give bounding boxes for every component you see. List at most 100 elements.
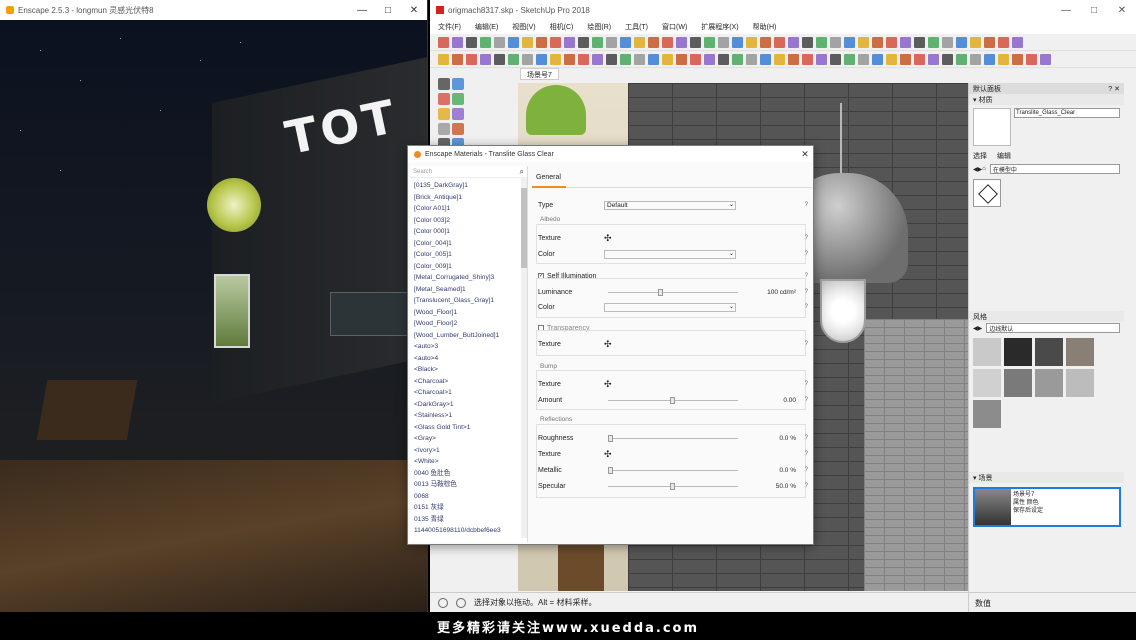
toolbar-tool-icon[interactable] (956, 36, 967, 48)
enscape-viewport[interactable]: TOT (0, 20, 427, 612)
toolbar-tool-icon[interactable] (522, 36, 533, 48)
toolbar-tool-icon[interactable] (732, 53, 743, 65)
minimize-icon[interactable]: — (349, 5, 375, 16)
menu-item[interactable]: 编辑(E) (475, 22, 498, 32)
style-thumbnail[interactable] (1004, 338, 1032, 366)
toolbar-tool-icon[interactable] (718, 36, 729, 48)
toolbar-tool-icon[interactable] (1040, 53, 1051, 65)
material-list-item[interactable]: <White> (414, 456, 523, 468)
help-icon[interactable]: ? (805, 381, 808, 387)
menu-item[interactable]: 窗口(W) (662, 22, 687, 32)
search-input[interactable]: Search ⌕ (410, 166, 527, 178)
toolbar-tool-icon[interactable] (592, 53, 603, 65)
material-list-item[interactable]: [Wood_Floor]2 (414, 318, 523, 330)
toolbar-tool-icon[interactable] (872, 36, 883, 48)
toolbar-tool-icon[interactable] (914, 36, 925, 48)
enscape-titlebar[interactable]: Enscape 2.5.3 - longmun 灵感光伏特8 — □ ✕ (0, 0, 427, 20)
slider-knob[interactable] (608, 435, 613, 442)
toolbar-tool-icon[interactable] (1012, 53, 1023, 65)
toolbar-tool-icon[interactable] (844, 36, 855, 48)
menu-item[interactable]: 绘图(R) (587, 22, 611, 32)
menu-item[interactable]: 扩展程序(X) (701, 22, 738, 32)
type-dropdown[interactable]: Default ⌄ (604, 200, 736, 210)
help-icon[interactable]: ? (805, 467, 808, 473)
toolbar-tool-icon[interactable] (760, 36, 771, 48)
toolbar-tool-icon[interactable] (984, 53, 995, 65)
material-list-item[interactable]: <auto>4 (414, 353, 523, 365)
amount-slider[interactable] (608, 397, 738, 404)
slider-knob[interactable] (670, 397, 675, 404)
toolbar-tool-icon[interactable] (774, 53, 785, 65)
tab-select[interactable]: 选择 (973, 151, 987, 161)
tab-general[interactable]: General (532, 166, 812, 188)
materials-panel-header[interactable]: ▾ 材质 (969, 94, 1124, 105)
toolbar-tool-icon[interactable] (788, 53, 799, 65)
material-list-item[interactable]: [Brick_Antique]1 (414, 192, 523, 204)
styles-select[interactable]: 边线默认 (986, 323, 1120, 333)
search-icon[interactable]: ⌕ (520, 167, 524, 177)
material-thumbnail[interactable] (973, 179, 1001, 207)
info-icon[interactable] (438, 597, 448, 608)
toolbar-tool-icon[interactable] (508, 53, 519, 65)
toolbar-tool-icon[interactable] (620, 53, 631, 65)
geo-icon[interactable] (456, 597, 466, 608)
toolbar-tool-icon[interactable] (452, 53, 463, 65)
toolbar-tool-icon[interactable] (704, 53, 715, 65)
help-icon[interactable]: ? (805, 235, 808, 241)
metallic-slider[interactable] (608, 467, 738, 474)
toolbar-tool-icon[interactable] (466, 53, 477, 65)
toolbar-tool-icon[interactable] (718, 53, 729, 65)
menu-item[interactable]: 文件(F) (438, 22, 461, 32)
toolbar-tool-icon[interactable] (620, 36, 631, 48)
toolbar-tool-icon[interactable] (970, 36, 981, 48)
roughness-slider[interactable] (608, 435, 738, 442)
slider-knob[interactable] (670, 483, 675, 490)
toolbar-tool-icon[interactable] (886, 53, 897, 65)
toolbar-tool-icon[interactable] (760, 53, 771, 65)
slider-knob[interactable] (658, 289, 663, 296)
home-icon[interactable]: ⌂ (982, 166, 986, 172)
toolbar-tool-icon[interactable] (830, 53, 841, 65)
add-texture-icon[interactable]: ✣ (604, 379, 612, 390)
help-icon[interactable]: ? (805, 289, 808, 295)
toolbar-tool-icon[interactable] (522, 53, 533, 65)
toolbar-tool-icon[interactable] (928, 36, 939, 48)
toolbar-tool-icon[interactable] (578, 53, 589, 65)
help-icon[interactable]: ? (805, 304, 808, 310)
toolbar-tool-icon[interactable] (480, 36, 491, 48)
toolbar-tool-icon[interactable] (900, 53, 911, 65)
toolbar-tool-icon[interactable] (872, 53, 883, 65)
help-icon[interactable]: ? (805, 341, 808, 347)
material-list-item[interactable]: [Metal_Corrugated_Shiny]3 (414, 272, 523, 284)
close-icon[interactable]: ✕ (401, 5, 427, 16)
toolbar-tool-icon[interactable] (802, 36, 813, 48)
toolbar-tool-icon[interactable] (690, 53, 701, 65)
luminance-slider[interactable] (608, 289, 738, 296)
material-list-item[interactable]: [Wood_Lumber_ButtJoined]1 (414, 330, 523, 342)
dialog-titlebar[interactable]: Enscape Materials - Translite Glass Clea… (408, 146, 813, 162)
toolbar-tool-icon[interactable] (578, 36, 589, 48)
toolbar-tool-icon[interactable] (984, 36, 995, 48)
add-texture-icon[interactable]: ✣ (604, 449, 612, 460)
toolbar-tool-icon[interactable] (634, 36, 645, 48)
toolbar-tool-icon[interactable] (564, 36, 575, 48)
material-list-item[interactable]: <Ivory>1 (414, 445, 523, 457)
toolbar-tool-icon[interactable] (928, 53, 939, 65)
toolbar-tool-icon[interactable] (676, 53, 687, 65)
toolbar-tool-icon[interactable] (1012, 36, 1023, 48)
toolbar-tool-icon[interactable] (858, 36, 869, 48)
tab-edit[interactable]: 编辑 (997, 151, 1011, 161)
toolbar-tool-icon[interactable] (662, 53, 673, 65)
toolbar-tool-icon[interactable] (886, 36, 897, 48)
toolbar-tool-icon[interactable] (844, 53, 855, 65)
tool-icon[interactable] (438, 78, 450, 90)
scenes-panel-header[interactable]: ▾ 场景 (969, 472, 1124, 483)
toolbar-tool-icon[interactable] (550, 36, 561, 48)
style-thumbnail[interactable] (1004, 369, 1032, 397)
material-list-item[interactable]: [Wood_Floor]1 (414, 307, 523, 319)
toolbar-tool-icon[interactable] (942, 36, 953, 48)
material-list-item[interactable]: 0040 鱼肚色 (414, 468, 523, 480)
material-list-item[interactable]: <Charcoal>1 (414, 387, 523, 399)
toolbar-tool-icon[interactable] (788, 36, 799, 48)
library-select[interactable]: 在模型中 (989, 164, 1120, 174)
